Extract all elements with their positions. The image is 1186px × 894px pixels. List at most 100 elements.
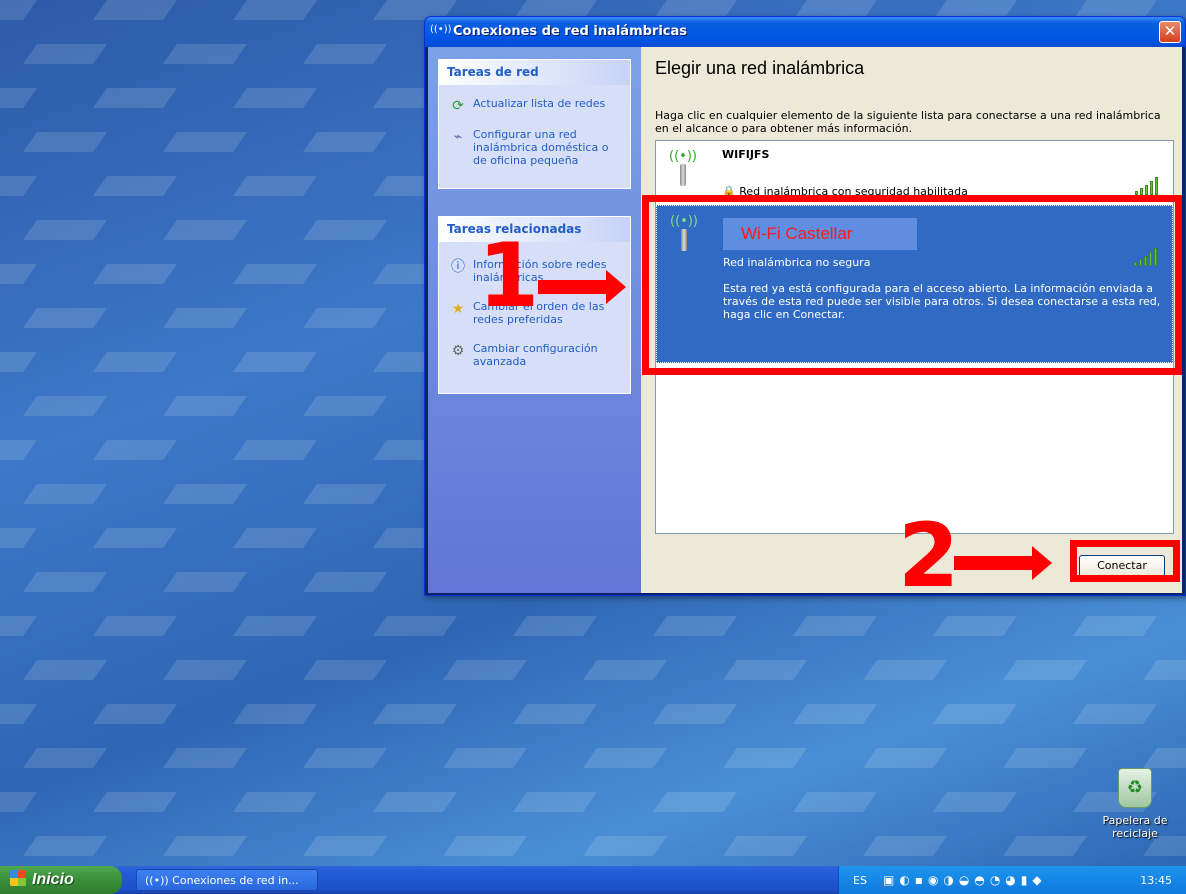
wallpaper-stripe: [162, 748, 248, 768]
wallpaper-stripe: [232, 704, 318, 724]
wallpaper-stripe: [232, 352, 318, 372]
wallpaper-stripe: [302, 220, 388, 240]
wallpaper-stripe: [722, 748, 808, 768]
wallpaper-stripe: [162, 308, 248, 328]
task-advanced-label: Cambiar configuración avanzada: [473, 342, 598, 368]
wallpaper-stripe: [302, 396, 388, 416]
wallpaper-stripe: [512, 704, 598, 724]
wallpaper-stripe: [582, 748, 668, 768]
recycle-bin-icon: [1118, 768, 1152, 808]
wallpaper-stripe: [932, 704, 1018, 724]
wallpaper-stripe: [582, 660, 668, 680]
wallpaper-stripe: [0, 704, 38, 724]
wallpaper-stripe: [0, 88, 38, 108]
wallpaper-stripe: [232, 616, 318, 636]
antenna-icon: ((•)): [666, 149, 700, 189]
wallpaper-stripe: [22, 132, 108, 152]
task-setup-network[interactable]: ⌁ Configurar una red inalámbrica domésti…: [439, 122, 630, 173]
wallpaper-stripe: [302, 484, 388, 504]
network-tasks-header[interactable]: Tareas de red: [439, 60, 630, 85]
wallpaper-stripe: [22, 308, 108, 328]
wallpaper-stripe: [1002, 660, 1088, 680]
wallpaper-stripe: [302, 572, 388, 592]
close-icon: ✕: [1163, 22, 1177, 40]
wallpaper-stripe: [22, 484, 108, 504]
wallpaper-stripe: [0, 440, 38, 460]
wallpaper-stripe: [302, 308, 388, 328]
wallpaper-stripe: [0, 264, 38, 284]
instructions-text: Haga clic en cualquier elemento de la si…: [655, 109, 1161, 135]
close-button[interactable]: ✕: [1159, 21, 1181, 43]
wallpaper-stripe: [162, 396, 248, 416]
language-indicator[interactable]: ES: [853, 874, 867, 887]
wallpaper-stripe: [0, 528, 38, 548]
step-1-label: 1: [478, 224, 540, 327]
step-2-label: 2: [898, 504, 960, 607]
wallpaper-stripe: [722, 660, 808, 680]
task-setup-label: Configurar una red inalámbrica doméstica…: [473, 128, 609, 167]
wallpaper-stripe: [442, 836, 528, 856]
wallpaper-stripe: [302, 44, 388, 64]
wallpaper-stripe: [0, 176, 38, 196]
wallpaper-stripe: [22, 572, 108, 592]
step-1-arrow: [538, 270, 626, 304]
wallpaper-stripe: [162, 44, 248, 64]
wallpaper-stripe: [862, 660, 948, 680]
wallpaper-stripe: [92, 352, 178, 372]
wallpaper-stripe: [162, 220, 248, 240]
wallpaper-stripe: [162, 132, 248, 152]
wallpaper-stripe: [442, 660, 528, 680]
wallpaper-stripe: [232, 264, 318, 284]
task-advanced-settings[interactable]: ⚙ Cambiar configuración avanzada: [439, 336, 630, 374]
title-bar[interactable]: ((•)) Conexiones de red inalámbricas ✕: [425, 17, 1185, 47]
highlight-selected-network: [642, 195, 1182, 375]
wallpaper-stripe: [1142, 748, 1186, 768]
star-icon: ★: [451, 301, 465, 317]
wallpaper-stripe: [512, 616, 598, 636]
network-item-wifijfs[interactable]: ((•)) WIFIJFS 🔒 Red inalámbrica con segu…: [656, 141, 1173, 201]
wallpaper-stripe: [302, 132, 388, 152]
recycle-bin-label: Papelera de reciclaje: [1102, 814, 1168, 840]
task-refresh-list[interactable]: ⟳ Actualizar lista de redes: [439, 91, 630, 116]
wireless-icon: ((•)): [145, 874, 173, 887]
task-refresh-label: Actualizar lista de redes: [473, 97, 606, 110]
wallpaper-stripe: [1142, 660, 1186, 680]
wallpaper-stripe: [792, 704, 878, 724]
taskbar-window-button[interactable]: ((•)) Conexiones de red in...: [136, 869, 318, 891]
wallpaper-stripe: [302, 748, 388, 768]
wallpaper-stripe: [162, 484, 248, 504]
wallpaper-stripe: [92, 176, 178, 196]
wallpaper-stripe: [442, 748, 528, 768]
clock[interactable]: 13:45: [1140, 874, 1172, 887]
wallpaper-stripe: [372, 704, 458, 724]
network-tasks-group: Tareas de red ⟳ Actualizar lista de rede…: [438, 59, 631, 189]
wallpaper-stripe: [22, 660, 108, 680]
wallpaper-stripe: [92, 792, 178, 812]
wallpaper-stripe: [1002, 748, 1088, 768]
wallpaper-stripe: [22, 220, 108, 240]
wallpaper-stripe: [92, 528, 178, 548]
wallpaper-stripe: [1002, 836, 1088, 856]
wallpaper-stripe: [22, 396, 108, 416]
wallpaper-stripe: [22, 748, 108, 768]
network-name: WIFIJFS: [722, 148, 770, 161]
wallpaper-stripe: [22, 836, 108, 856]
wallpaper-stripe: [232, 440, 318, 460]
wallpaper-stripe: [652, 616, 738, 636]
wizard-icon: ⌁: [453, 129, 463, 145]
wallpaper-stripe: [0, 352, 38, 372]
settings-icon: ⚙: [451, 343, 465, 359]
wallpaper-stripe: [232, 0, 318, 20]
system-tray: ES ▣◐▪◉◑◒◓◔◕▮◆ 13:45: [838, 866, 1186, 894]
wallpaper-stripe: [652, 792, 738, 812]
recycle-bin[interactable]: Papelera de reciclaje: [1092, 768, 1178, 840]
tray-icons[interactable]: ▣◐▪◉◑◒◓◔◕▮◆: [883, 873, 1047, 887]
wallpaper-stripe: [232, 176, 318, 196]
start-button[interactable]: Inicio: [0, 866, 122, 894]
wallpaper-stripe: [512, 792, 598, 812]
wallpaper-stripe: [162, 572, 248, 592]
wallpaper-stripe: [0, 616, 38, 636]
wallpaper-stripe: [302, 836, 388, 856]
signal-strength-icon: [1135, 177, 1161, 195]
wallpaper-stripe: [862, 748, 948, 768]
